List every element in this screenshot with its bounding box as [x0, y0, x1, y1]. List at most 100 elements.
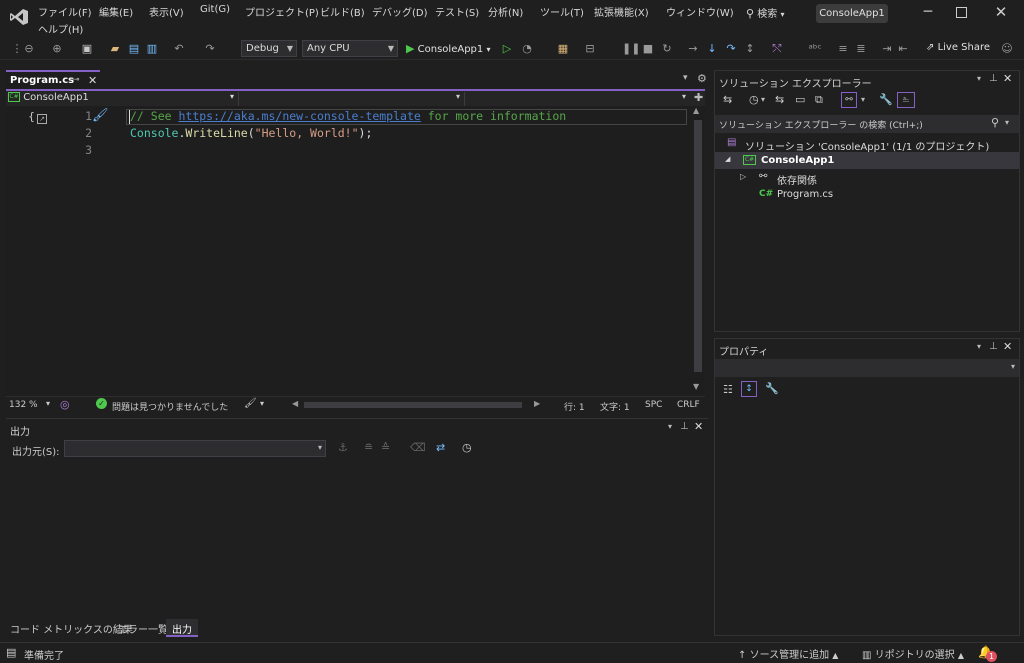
close-panel-icon[interactable]: ✕: [1003, 72, 1012, 85]
scroll-down-icon[interactable]: ▼: [693, 382, 699, 391]
redo-icon[interactable]: ↷: [203, 42, 217, 56]
output-window-icon[interactable]: ▤: [6, 646, 16, 659]
menu-project[interactable]: プロジェクト(P): [245, 4, 319, 19]
menu-test[interactable]: テスト(S): [435, 4, 479, 19]
filter-icon[interactable]: ⚯: [841, 92, 857, 108]
tree-item-program-cs[interactable]: C# Program.cs: [715, 186, 1019, 203]
step-into-icon[interactable]: ↓: [705, 42, 719, 56]
close-tab-icon[interactable]: ✕: [88, 74, 97, 87]
menu-debug[interactable]: デバッグ(D): [372, 4, 428, 19]
attach-process-icon[interactable]: ▦: [556, 42, 570, 56]
property-pages-icon[interactable]: 🔧: [765, 382, 779, 395]
categorized-icon[interactable]: ☷: [723, 383, 733, 396]
split-editor-icon[interactable]: ✚: [694, 91, 703, 104]
hot-reload-icon[interactable]: ◔: [520, 42, 534, 56]
tab-output[interactable]: 出力: [166, 619, 198, 637]
scroll-right-icon[interactable]: ▶: [534, 399, 540, 408]
horizontal-scrollbar-thumb[interactable]: [304, 402, 522, 408]
visual-studio-logo-icon[interactable]: [9, 8, 29, 26]
code-editor[interactable]: { ↗ 1 2 3 🖌 // See https://aka.ms/new-co…: [6, 106, 705, 396]
prev-message-icon[interactable]: ≘: [364, 441, 373, 454]
undo-icon[interactable]: ↶: [172, 42, 186, 56]
solution-name-badge[interactable]: ConsoleApp1: [816, 4, 888, 23]
menu-analyze[interactable]: 分析(N): [488, 4, 523, 19]
step-over-icon[interactable]: ↷: [724, 42, 738, 56]
chevron-down-icon[interactable]: ▾: [260, 399, 264, 408]
line-position[interactable]: 行: 1: [564, 400, 585, 413]
template-link[interactable]: https://aka.ms/new-console-template: [178, 109, 420, 123]
sync-icon[interactable]: ⇆: [775, 93, 784, 106]
close-window-icon[interactable]: ✕: [991, 3, 1011, 21]
indent-icon[interactable]: ⇥: [880, 42, 894, 56]
cleanup-icon[interactable]: 🖌: [244, 398, 257, 409]
properties-wrench-icon[interactable]: 🔧: [879, 93, 893, 106]
tree-item-solution[interactable]: ▤ ソリューション 'ConsoleApp1' (1/1 のプロジェクト): [715, 135, 1019, 153]
outdent-icon[interactable]: ⇤: [896, 42, 910, 56]
scroll-left-icon[interactable]: ◀: [292, 399, 298, 408]
preview-selected-icon[interactable]: ⎁: [897, 92, 915, 108]
close-panel-icon[interactable]: ✕: [1003, 340, 1012, 353]
output-source-dropdown[interactable]: ▾: [64, 440, 326, 457]
copilot-icon[interactable]: ◎: [60, 398, 70, 411]
feedback-icon[interactable]: ☺: [1000, 42, 1014, 56]
switch-views-icon[interactable]: ⇆: [723, 93, 732, 106]
solution-search-box[interactable]: ソリューション エクスプローラー の検索 (Ctrl+;) ⚲ ▾: [715, 115, 1019, 133]
spell-check-icon[interactable]: ᵃᵇᶜ: [808, 42, 822, 56]
code-lens-icon[interactable]: ↗: [37, 114, 47, 124]
word-wrap-icon[interactable]: ⇄: [436, 441, 445, 454]
panel-menu-icon[interactable]: ▾: [977, 342, 981, 351]
collapsed-arrow-icon[interactable]: ▷: [740, 172, 746, 181]
type-dropdown[interactable]: ▾: [238, 92, 460, 106]
close-panel-icon[interactable]: ✕: [694, 420, 703, 433]
select-repository-button[interactable]: ▥ リポジトリの選択 ▲: [862, 646, 964, 661]
history-icon[interactable]: ◷: [749, 93, 759, 106]
properties-object-dropdown[interactable]: ▾: [715, 359, 1019, 377]
menu-extensions[interactable]: 拡張機能(X): [594, 4, 649, 19]
tab-list-icon[interactable]: ▾: [683, 73, 688, 83]
sort-alphabetical-icon[interactable]: ↕: [741, 381, 757, 397]
show-all-files-icon[interactable]: ⧉: [815, 93, 823, 107]
settings-icon[interactable]: ⚙: [697, 72, 707, 85]
menu-tools[interactable]: ツール(T): [540, 4, 584, 19]
menu-edit[interactable]: 編集(E): [99, 4, 133, 19]
chevron-down-icon[interactable]: ▾: [46, 399, 50, 408]
save-all-icon[interactable]: ▥: [145, 42, 159, 56]
paintbrush-icon[interactable]: 🖌: [92, 108, 109, 123]
platform-dropdown[interactable]: Any CPU ▼: [302, 40, 398, 57]
menu-git[interactable]: Git(G): [200, 4, 230, 15]
clear-all-icon[interactable]: ⌫: [410, 441, 426, 454]
tab-error-list[interactable]: エラー一覧: [118, 621, 168, 636]
whitespace-mode[interactable]: SPC: [645, 400, 662, 410]
vertical-scrollbar[interactable]: ▲ ▼: [691, 106, 705, 396]
stop-icon[interactable]: ■: [641, 42, 655, 56]
expanded-arrow-icon[interactable]: ◢: [725, 155, 730, 163]
char-position[interactable]: 文字: 1: [600, 400, 630, 413]
pin-icon[interactable]: ⊥: [989, 341, 998, 352]
maximize-icon[interactable]: [956, 7, 967, 18]
uncomment-icon[interactable]: ≣: [854, 42, 868, 56]
open-folder-icon[interactable]: ▰: [108, 42, 122, 56]
navigate-forward-icon[interactable]: ⊕: [50, 42, 64, 56]
menu-build[interactable]: ビルド(B): [320, 4, 365, 19]
pin-icon[interactable]: ⊸: [72, 75, 80, 85]
zoom-level[interactable]: 132 %: [9, 400, 38, 410]
scroll-up-icon[interactable]: ▲: [693, 106, 699, 115]
comment-icon[interactable]: ≡: [836, 42, 850, 56]
menu-help[interactable]: ヘルプ(H): [38, 21, 83, 36]
menu-file[interactable]: ファイル(F): [38, 4, 92, 19]
pin-icon[interactable]: ⊥: [680, 421, 689, 432]
start-debugging-button[interactable]: ▶ ConsoleApp1 ▾: [406, 41, 490, 57]
navigate-back-icon[interactable]: ⊖: [22, 42, 36, 56]
menu-window[interactable]: ウィンドウ(W): [666, 4, 734, 19]
clock-icon[interactable]: ◷: [462, 441, 472, 454]
panel-menu-icon[interactable]: ▾: [668, 422, 672, 431]
step-out-icon[interactable]: ↕: [743, 42, 757, 56]
project-dropdown[interactable]: C# ConsoleApp1 ▾: [8, 92, 234, 106]
tab-program-cs[interactable]: Program.cs ⊸ ✕: [6, 70, 100, 90]
start-without-debugging-icon[interactable]: ▷: [500, 42, 514, 56]
breakpoint-icon[interactable]: ⤲: [770, 42, 784, 56]
new-project-icon[interactable]: ▣: [80, 42, 94, 56]
layout-icon[interactable]: ⊟: [583, 42, 597, 56]
tab-code-metrics[interactable]: コード メトリックスの結果: [10, 621, 133, 636]
chevron-down-icon[interactable]: ▾: [761, 95, 765, 104]
